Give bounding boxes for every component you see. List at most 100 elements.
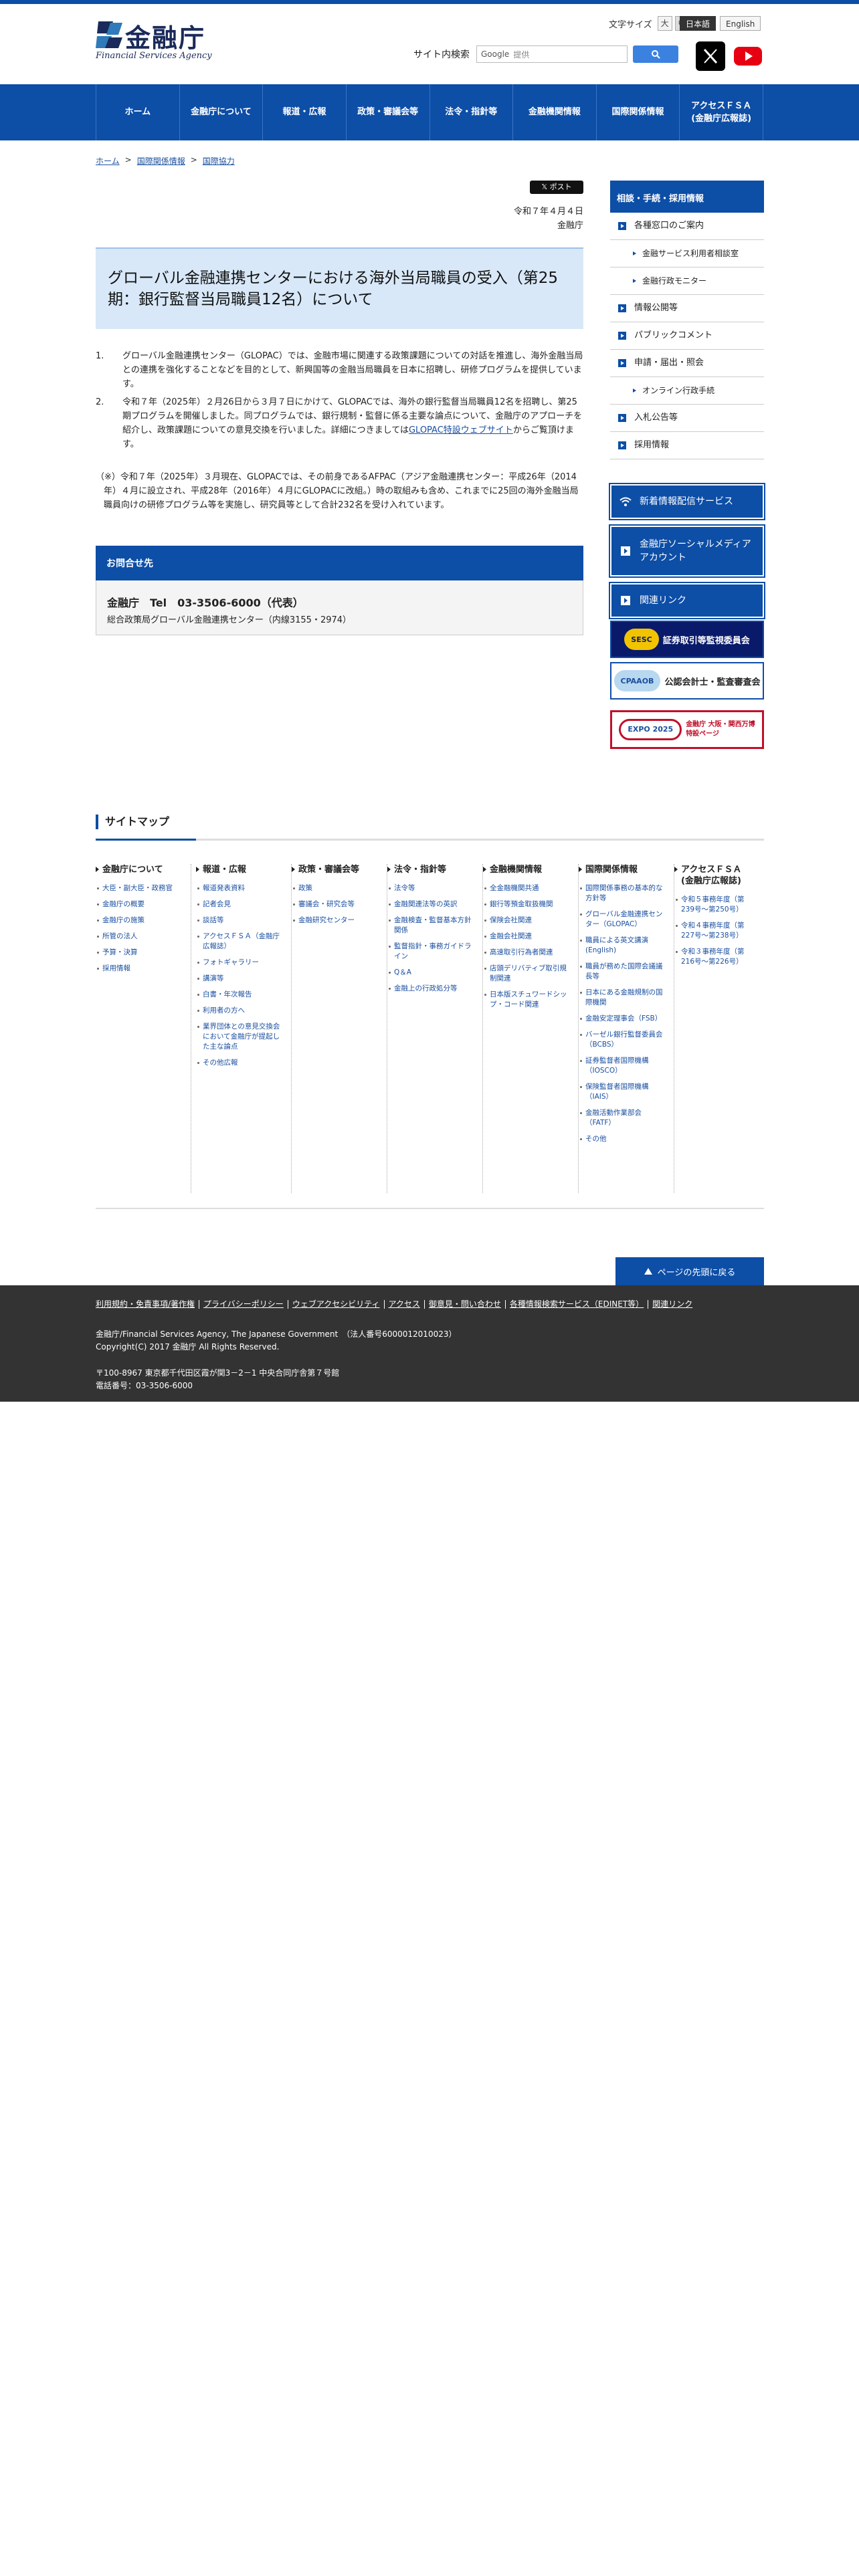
sitemap-link[interactable]: 金融庁の施策 bbox=[96, 916, 184, 926]
x-post-button[interactable]: 𝕏 ポスト bbox=[530, 181, 583, 194]
page-title-box: グローバル金融連携センターにおける海外当局職員の受入（第25期：銀行監督当局職員… bbox=[96, 247, 583, 329]
sidebar-item-recruitment[interactable]: 採用情報 bbox=[610, 432, 764, 459]
sitemap-column-title[interactable]: 金融庁について bbox=[96, 864, 184, 875]
sidebar-heading: 相談・手続・採用情報 bbox=[610, 181, 764, 213]
youtube-social-link[interactable] bbox=[733, 41, 763, 71]
sitemap-link[interactable]: 大臣・副大臣・政務官 bbox=[96, 883, 184, 893]
nav-home[interactable]: ホーム bbox=[96, 84, 180, 140]
sidebar-item-consumer-desk[interactable]: 金融サービス利用者相談室 bbox=[610, 240, 764, 267]
sitemap-column-title[interactable]: アクセスＦＳＡ (金融庁広報誌) bbox=[674, 864, 757, 887]
sitemap-link[interactable]: 日本にある金融規制の国際機関 bbox=[579, 988, 667, 1008]
footer-link-privacy[interactable]: プライバシーポリシー bbox=[199, 1300, 288, 1309]
sitemap-link[interactable]: 保険監督者国際機構（IAIS） bbox=[579, 1082, 667, 1102]
nav-institutions[interactable]: 金融機関情報 bbox=[513, 84, 597, 140]
sitemap-link[interactable]: 金融安定理事会（FSB） bbox=[579, 1014, 667, 1024]
sitemap-column-title[interactable]: 政策・審議会等 bbox=[292, 864, 380, 875]
footer-link-related[interactable]: 関連リンク bbox=[648, 1300, 696, 1309]
back-to-top-button[interactable]: ページの先頭に戻る bbox=[615, 1257, 764, 1285]
sitemap-link[interactable]: 採用情報 bbox=[96, 964, 184, 974]
sitemap-link[interactable]: 審議会・研究会等 bbox=[292, 899, 380, 909]
sidebar-item-contact-desks[interactable]: 各種窓口のご案内 bbox=[610, 213, 764, 240]
sitemap-link[interactable]: 法令等 bbox=[387, 883, 476, 893]
sitemap-link[interactable]: 高速取引行為者関連 bbox=[483, 948, 571, 958]
footer-link-contact[interactable]: 御意見・問い合わせ bbox=[423, 1300, 505, 1309]
sitemap-link[interactable]: 職員による英文講演(English) bbox=[579, 936, 667, 956]
sitemap-column-title[interactable]: 報道・広報 bbox=[196, 864, 284, 875]
related-links-label: 関連リンク bbox=[640, 595, 686, 606]
sidebar-item-public-comment[interactable]: パブリックコメント bbox=[610, 322, 764, 350]
sitemap-link[interactable]: 予算・決算 bbox=[96, 948, 184, 958]
nav-laws[interactable]: 法令・指針等 bbox=[430, 84, 514, 140]
glopac-website-link[interactable]: GLOPAC特設ウェブサイト bbox=[409, 425, 513, 435]
search-button[interactable] bbox=[633, 45, 678, 63]
sitemap-link[interactable]: フォトギャラリー bbox=[196, 958, 284, 968]
sitemap-link[interactable]: 報道発表資料 bbox=[196, 883, 284, 893]
sitemap-link[interactable]: 記者会見 bbox=[196, 899, 284, 909]
lang-japanese-button[interactable]: 日本語 bbox=[680, 16, 717, 31]
font-size-large-button[interactable]: 大 bbox=[657, 16, 672, 31]
sitemap-link[interactable]: 白書・年次報告 bbox=[196, 990, 284, 1000]
sitemap-link[interactable]: 保険会社関連 bbox=[483, 916, 571, 926]
sitemap-link[interactable]: 講演等 bbox=[196, 974, 284, 984]
sitemap-column-title[interactable]: 国際関係情報 bbox=[579, 864, 667, 875]
sidebar-item-monitor[interactable]: 金融行政モニター bbox=[610, 267, 764, 295]
sitemap-link[interactable]: バーゼル銀行監督委員会（BCBS） bbox=[579, 1030, 667, 1050]
sitemap-link[interactable]: 利用者の方へ bbox=[196, 1006, 284, 1016]
nav-international[interactable]: 国際関係情報 bbox=[597, 84, 680, 140]
sitemap-link[interactable]: 全金融機関共通 bbox=[483, 883, 571, 893]
sitemap-link[interactable]: アクセスＦＳＡ（金融庁広報誌） bbox=[196, 932, 284, 952]
nav-press[interactable]: 報道・広報 bbox=[263, 84, 347, 140]
breadcrumb-home[interactable]: ホーム bbox=[96, 155, 120, 167]
sesc-banner[interactable]: SESC 証券取引等監視委員会 bbox=[610, 621, 764, 658]
sitemap-link[interactable]: 政策 bbox=[292, 883, 380, 893]
sitemap-link[interactable]: 職員が務めた国際会議議長等 bbox=[579, 962, 667, 982]
expo-banner[interactable]: EXPO 2025 金融庁 大阪・関西万博 特設ページ bbox=[610, 710, 764, 749]
related-links-button[interactable]: 関連リンク bbox=[609, 582, 765, 619]
footer-link-terms[interactable]: 利用規約・免責事項/著作権 bbox=[96, 1300, 199, 1309]
sitemap-link[interactable]: その他広報 bbox=[196, 1058, 284, 1068]
sitemap-link[interactable]: 談話等 bbox=[196, 916, 284, 926]
sitemap-column-title[interactable]: 法令・指針等 bbox=[387, 864, 476, 875]
sitemap-link[interactable]: 業界団体との意見交換会において金融庁が提起した主な論点 bbox=[196, 1022, 284, 1052]
sitemap-link[interactable]: 銀行等預金取扱機関 bbox=[483, 899, 571, 909]
sidebar-item-disclosure[interactable]: 情報公開等 bbox=[610, 295, 764, 322]
sitemap-link[interactable]: 金融会社関連 bbox=[483, 932, 571, 942]
footer-link-accessibility[interactable]: ウェブアクセシビリティ bbox=[287, 1300, 384, 1309]
footer-link-access[interactable]: アクセス bbox=[383, 1300, 424, 1309]
x-social-link[interactable] bbox=[696, 41, 725, 71]
sitemap-link[interactable]: その他 bbox=[579, 1134, 667, 1144]
sitemap-link[interactable]: 令和４事務年度（第227号〜第238号） bbox=[674, 921, 757, 941]
sitemap-link[interactable]: 証券監督者国際機構（IOSCO） bbox=[579, 1056, 667, 1076]
sitemap-link[interactable]: 金融上の行政処分等 bbox=[387, 984, 476, 994]
sitemap-link[interactable]: 金融関連法等の英訳 bbox=[387, 899, 476, 909]
sidebar-item-online-procedures[interactable]: オンライン行政手続 bbox=[610, 377, 764, 405]
lang-english-button[interactable]: English bbox=[720, 16, 761, 31]
footer-link-search-services[interactable]: 各種情報検索サービス（EDINET等） bbox=[504, 1300, 648, 1309]
site-logo[interactable]: 金融庁 Financial Services Agency bbox=[96, 17, 216, 61]
sitemap-link[interactable]: 国際関係事務の基本的な方針等 bbox=[579, 883, 667, 903]
social-media-button[interactable]: 金融庁ソーシャルメディア アカウント bbox=[609, 524, 765, 578]
sitemap-link[interactable]: 店頭デリバティブ取引規制関連 bbox=[483, 964, 571, 984]
nav-policy[interactable]: 政策・審議会等 bbox=[347, 84, 430, 140]
nav-access-fsa[interactable]: アクセスＦＳＡ (金融庁広報誌) bbox=[680, 84, 763, 140]
sitemap-link[interactable]: 金融研究センター bbox=[292, 916, 380, 926]
cpaaob-banner[interactable]: CPAAOB 公認会計士・監査審査会 bbox=[610, 662, 764, 700]
sitemap-link[interactable]: 金融庁の概要 bbox=[96, 899, 184, 909]
sidebar-item-applications[interactable]: 申請・届出・照会 bbox=[610, 350, 764, 377]
sitemap-link[interactable]: 金融検査・監督基本方針関係 bbox=[387, 916, 476, 936]
sitemap-link[interactable]: 令和５事務年度（第239号〜第250号） bbox=[674, 895, 757, 915]
breadcrumb-international[interactable]: 国際関係情報 bbox=[137, 155, 185, 167]
sitemap-link[interactable]: 日本版スチュワードシップ・コード関連 bbox=[483, 990, 571, 1010]
sitemap-link[interactable]: 金融活動作業部会（FATF） bbox=[579, 1108, 667, 1128]
sitemap-column-title[interactable]: 金融機関情報 bbox=[483, 864, 571, 875]
sitemap-link[interactable]: Q＆A bbox=[387, 968, 476, 978]
nav-about[interactable]: 金融庁について bbox=[180, 84, 264, 140]
search-input[interactable]: Google 提供 bbox=[476, 45, 628, 63]
sitemap-link[interactable]: グローバル金融連携センター（GLOPAC） bbox=[579, 909, 667, 930]
sidebar-item-tenders[interactable]: 入札公告等 bbox=[610, 405, 764, 432]
sitemap-link[interactable]: 監督指針・事務ガイドライン bbox=[387, 942, 476, 962]
breadcrumb-cooperation[interactable]: 国際協力 bbox=[203, 155, 235, 167]
sitemap-link[interactable]: 令和３事務年度（第216号〜第226号） bbox=[674, 947, 757, 967]
sitemap-link[interactable]: 所管の法人 bbox=[96, 932, 184, 942]
mail-service-button[interactable]: 新着情報配信サービス bbox=[609, 483, 765, 520]
